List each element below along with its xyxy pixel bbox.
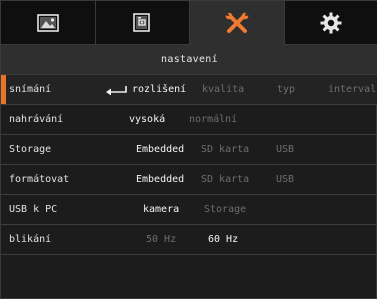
- option-type[interactable]: typ: [277, 84, 295, 95]
- option-camera[interactable]: kamera: [143, 204, 179, 215]
- gear-icon: [320, 12, 342, 34]
- option-normal[interactable]: normální: [189, 114, 237, 125]
- option-embedded[interactable]: Embedded: [136, 144, 184, 155]
- photo-icon: [36, 13, 59, 32]
- menu-row-label: Storage: [9, 144, 52, 155]
- menu-row-format[interactable]: formátovat Embedded SD karta USB: [1, 165, 377, 195]
- option-usb[interactable]: USB: [276, 174, 294, 185]
- option-storage[interactable]: Storage: [204, 204, 246, 215]
- option-interval[interactable]: interval: [328, 84, 376, 95]
- tab-settings[interactable]: [284, 1, 377, 45]
- tab-bar: [1, 1, 377, 45]
- option-sd-card[interactable]: SD karta: [201, 174, 249, 185]
- tab-tools[interactable]: [190, 1, 285, 45]
- option-resolution[interactable]: rozlišení: [132, 84, 186, 95]
- settings-menu: snímání rozlišení kvalita typ interval n…: [1, 75, 377, 255]
- option-embedded[interactable]: Embedded: [136, 174, 184, 185]
- tab-photo[interactable]: [1, 1, 96, 45]
- menu-row-recording[interactable]: nahrávání vysoká normální: [1, 105, 377, 135]
- menu-row-label: snímání: [9, 84, 52, 95]
- menu-row-label: blikání: [9, 234, 52, 245]
- menu-row-label: formátovat: [9, 174, 70, 185]
- enter-icon: [106, 86, 128, 98]
- page-title: nastavení: [161, 54, 218, 65]
- tools-icon: [224, 12, 250, 34]
- tab-camera-card[interactable]: [95, 1, 190, 45]
- menu-row-label: nahrávání: [9, 114, 64, 125]
- camera-settings-screen: nastavení snímání rozlišení kvalita typ …: [0, 0, 377, 299]
- menu-row-flicker[interactable]: blikání 50 Hz 60 Hz: [1, 225, 377, 255]
- option-50hz[interactable]: 50 Hz: [146, 234, 176, 245]
- option-quality[interactable]: kvalita: [202, 84, 244, 95]
- menu-row-label: USB k PC: [9, 204, 58, 215]
- menu-row-usb-to-pc[interactable]: USB k PC kamera Storage: [1, 195, 377, 225]
- camera-card-icon: [132, 12, 152, 33]
- option-60hz[interactable]: 60 Hz: [208, 234, 238, 245]
- menu-row-capture[interactable]: snímání rozlišení kvalita typ interval: [1, 75, 377, 105]
- option-sd-card[interactable]: SD karta: [201, 144, 249, 155]
- menu-row-storage[interactable]: Storage Embedded SD karta USB: [1, 135, 377, 165]
- settings-header: nastavení: [1, 45, 377, 75]
- option-usb[interactable]: USB: [276, 144, 294, 155]
- option-high[interactable]: vysoká: [129, 114, 165, 125]
